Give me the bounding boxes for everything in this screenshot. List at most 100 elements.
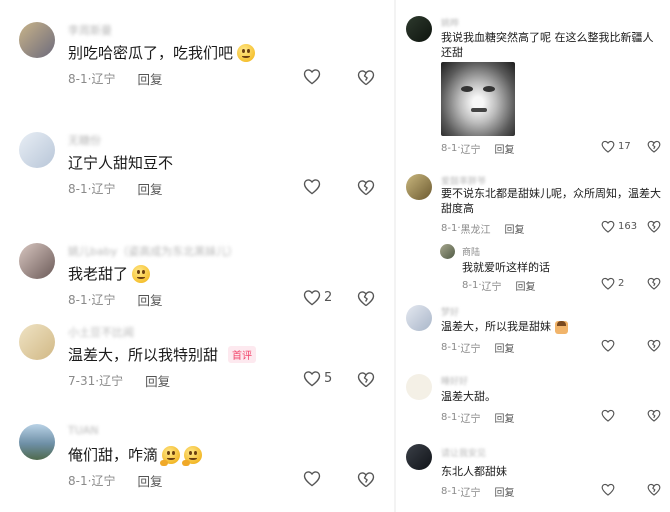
reply-button[interactable]: 回复 [137,471,162,490]
like-button[interactable] [601,409,618,422]
comment-date: 8-1 [441,143,458,154]
comment-text: 别吃哈密瓜了，吃我们吧 [68,42,256,63]
avatar[interactable] [406,305,432,331]
comment-meta: 8-1 · 辽宁 回复 [441,141,515,156]
avatar[interactable] [19,22,55,58]
avatar[interactable] [406,374,432,400]
comment-meta: 7-31 · 辽宁 回复 [68,371,170,390]
broken-heart-icon [357,180,375,196]
comment-text: 我说我血糖突然高了呢 在这么整我比新疆人还甜 [441,30,663,60]
avatar[interactable] [19,132,55,168]
comment-date: 8-1 [441,486,458,497]
heart-icon [601,140,615,153]
username[interactable]: 姚晔 [441,16,459,29]
comment-item: TUAN 俺们甜，咋滴 8-1 · 辽宁 回复 [0,402,392,502]
dislike-button[interactable] [647,409,661,422]
like-button[interactable] [303,178,324,195]
username[interactable]: 请让我安见 [441,446,486,459]
comment-date: 8-1 [441,342,458,353]
like-button[interactable]: 17 [601,140,631,153]
dislike-button[interactable] [647,277,661,290]
dislike-button[interactable] [647,220,661,233]
username[interactable]: 小土豆不比闻 [68,324,134,340]
comment-meta: 8-1 · 辽宁 回复 [68,471,162,490]
comment-item: 小土豆不比闻 温差大，所以我特别甜 首评 7-31 · 辽宁 回复 5 [0,302,392,402]
like-button[interactable] [303,68,324,85]
username[interactable]: 梦好 [441,305,459,318]
first-comment-badge: 首评 [228,346,257,363]
like-button[interactable]: 2 [601,277,624,290]
dislike-button[interactable] [357,471,375,488]
comment-location: 辽宁 [481,282,502,293]
broken-heart-icon [647,409,661,422]
left-comment-panel: 李周斯曼 别吃哈密瓜了，吃我们吧 8-1 · 辽宁 回复 无糖份 辽宁人甜知豆不… [0,0,392,512]
dislike-button[interactable] [357,179,375,196]
like-count: 163 [618,221,638,232]
comment-item: 李周斯曼 别吃哈密瓜了，吃我们吧 8-1 · 辽宁 回复 [0,0,392,100]
heart-icon [601,220,615,233]
dislike-button[interactable] [647,483,661,496]
username[interactable]: 姚儿baby（姿高成为东北黑妹儿） [68,243,238,259]
like-button[interactable]: 5 [303,370,332,387]
reply-button[interactable]: 回复 [137,179,162,198]
like-button[interactable]: 163 [601,220,637,233]
like-button[interactable] [601,483,618,496]
comment-text: 要不说东北都是甜妹儿呢，众所周知，温差大甜度高 [441,187,661,215]
username[interactable]: 无糖份 [68,132,101,148]
dislike-button[interactable] [647,140,661,153]
comment-meta: 8-1 · 辽宁 回复 [441,340,515,355]
heart-icon [601,339,615,352]
reply-button[interactable]: 回复 [505,221,525,236]
comment-text-content: 我老甜了 [68,265,129,283]
grin-emoji-icon [132,264,151,283]
dislike-button[interactable] [647,339,661,352]
comment-item: 爱鼓率胖爷 要不说东北都是甜妹儿呢，众所周知，温差大甜度高 8-1 · 黑龙江 … [398,170,670,240]
reply-button[interactable]: 回复 [495,410,515,425]
avatar[interactable] [406,444,432,470]
comment-text: 温差大甜。 [441,390,496,403]
avatar[interactable] [19,424,55,460]
comment-meta: 8-1 · 辽宁 回复 [462,278,536,293]
comment-text-content: 我说我血糖突然高了呢 在这么整我比新疆人还甜 [441,31,654,59]
broken-heart-icon [647,277,661,290]
right-comment-panel: 姚晔 我说我血糖突然高了呢 在这么整我比新疆人还甜 8-1 · 辽宁 回复 17… [398,0,670,512]
broken-heart-icon [357,70,375,86]
avatar[interactable] [19,243,55,279]
heart-icon [601,277,615,290]
reply-button[interactable]: 回复 [495,484,515,499]
comment-location: 辽宁 [91,182,116,196]
comment-item: 姚晔 我说我血糖突然高了呢 在这么整我比新疆人还甜 8-1 · 辽宁 回复 17 [398,0,670,160]
comment-location: 辽宁 [460,344,481,355]
avatar[interactable] [406,16,432,42]
reply-button[interactable]: 回复 [145,371,170,390]
comment-date: 8-1 [68,71,88,86]
reply-button[interactable]: 回复 [137,69,162,88]
comment-text: 俺们甜，咋滴 [68,444,203,466]
heart-icon [303,471,321,487]
comment-item: 梦好 温差大，所以我是甜妹 8-1 · 辽宁 回复 [398,300,670,360]
username[interactable]: 李周斯曼 [68,22,112,38]
username[interactable]: TUAN [68,424,99,437]
comment-location: 辽宁 [460,414,481,425]
avatar[interactable] [19,324,55,360]
reply-button[interactable]: 回复 [495,141,515,156]
reply-button[interactable]: 回复 [516,278,536,293]
avatar[interactable] [440,244,455,259]
heart-icon [601,483,615,496]
broken-heart-icon [357,372,375,388]
comment-meta: 8-1 · 辽宁 回复 [441,484,515,499]
avatar[interactable] [406,174,432,200]
username[interactable]: 商陆 [462,245,480,258]
like-button[interactable] [601,339,618,352]
meme-image[interactable] [441,62,515,136]
broken-heart-icon [647,483,661,496]
comment-text-content: 辽宁人甜知豆不 [68,154,174,172]
like-count: 2 [618,278,625,289]
reply-button[interactable]: 回复 [495,340,515,355]
comment-text: 辽宁人甜知豆不 [68,152,173,173]
comment-text: 我老甜了 [68,263,151,284]
dislike-button[interactable] [357,69,375,86]
username[interactable]: 睡好好 [441,374,468,387]
like-button[interactable] [303,470,324,487]
dislike-button[interactable] [357,371,375,388]
